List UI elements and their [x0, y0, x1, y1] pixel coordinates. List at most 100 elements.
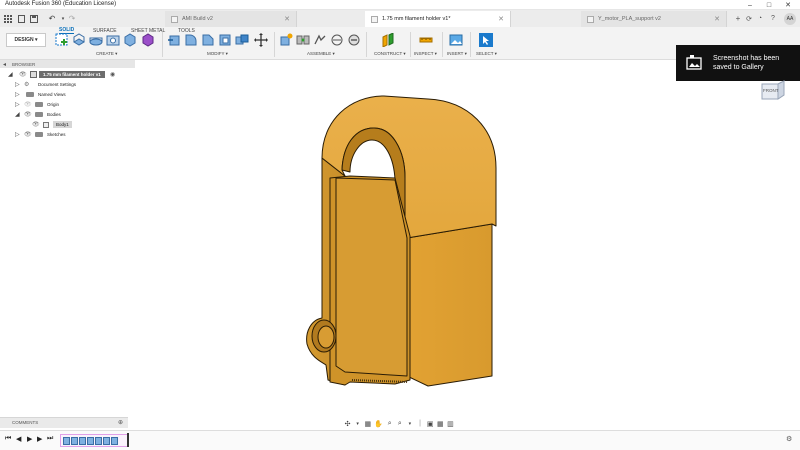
- group-inspect-label[interactable]: INSPECT ▾: [414, 51, 437, 57]
- orbit-dropdown-icon[interactable]: ▾: [354, 421, 361, 427]
- zoom-dropdown-icon[interactable]: ▾: [406, 421, 413, 427]
- maximize-icon[interactable]: □: [761, 0, 777, 10]
- timeline-feature[interactable]: [95, 436, 102, 445]
- pan-hand-icon[interactable]: ✋: [374, 420, 383, 428]
- activate-radio-icon[interactable]: ◉: [110, 71, 115, 78]
- group-select-label[interactable]: SELECT ▾: [476, 51, 497, 57]
- tab-document-filament-holder[interactable]: 1.75 mm filament holder v1* ✕: [365, 11, 511, 27]
- offset-plane-icon[interactable]: [381, 33, 395, 47]
- new-component-icon[interactable]: [279, 33, 293, 47]
- job-status-icon[interactable]: ⟳: [744, 10, 754, 27]
- motion-link-icon[interactable]: [330, 33, 344, 47]
- expand-arrow-icon[interactable]: ▷: [15, 82, 20, 88]
- orbit-icon[interactable]: ✣: [344, 420, 351, 428]
- undo-icon[interactable]: ↶: [47, 10, 57, 27]
- minimize-icon[interactable]: –: [742, 0, 758, 10]
- extrude-icon[interactable]: [72, 33, 86, 47]
- timeline-sketch-feature[interactable]: [63, 436, 70, 445]
- tab-document-ami-build[interactable]: AMI Build v2 ✕: [165, 11, 297, 27]
- group-construct-label[interactable]: CONSTRUCT ▾: [374, 51, 406, 57]
- timeline-feature[interactable]: [79, 436, 86, 445]
- visibility-eye-icon[interactable]: 👁: [24, 112, 32, 118]
- zoom-icon[interactable]: ⌕: [386, 420, 393, 428]
- combine-icon[interactable]: [235, 33, 249, 47]
- move-icon[interactable]: [254, 33, 268, 47]
- fit-icon[interactable]: ⌕: [396, 420, 403, 428]
- browser-root-item[interactable]: ◢ 👁 1.75 mm filament holder v1 ◉: [0, 70, 135, 80]
- go-to-start-icon[interactable]: ⏮: [5, 435, 11, 443]
- measure-icon[interactable]: [419, 33, 433, 47]
- close-tab-icon[interactable]: ✕: [498, 15, 504, 23]
- browser-item-named-views[interactable]: ▷ Named Views: [0, 90, 135, 100]
- form-icon[interactable]: [141, 33, 155, 47]
- filament-holder-body[interactable]: [306, 95, 497, 387]
- group-create-label[interactable]: CREATE ▾: [96, 51, 117, 57]
- shell-icon[interactable]: [218, 33, 232, 47]
- group-assemble-label[interactable]: ASSEMBLE ▾: [307, 51, 335, 57]
- look-at-icon[interactable]: ▦: [364, 420, 372, 428]
- display-settings-icon[interactable]: ▣: [427, 420, 434, 428]
- close-tab-icon[interactable]: ✕: [284, 15, 290, 23]
- timeline-feature[interactable]: [87, 436, 94, 445]
- workspace-switcher[interactable]: DESIGN ▾: [6, 33, 46, 47]
- close-window-icon[interactable]: ✕: [780, 0, 796, 10]
- visibility-eye-icon[interactable]: 👁: [19, 72, 27, 78]
- chamfer-icon[interactable]: [201, 33, 215, 47]
- data-panel-grid-icon[interactable]: [2, 10, 14, 27]
- tab-document-y-motor[interactable]: Y_motor_PLA_support v2 ✕: [581, 11, 727, 27]
- close-tab-icon[interactable]: ✕: [714, 15, 720, 23]
- browser-item-origin[interactable]: ▷ 👁 Origin: [0, 100, 135, 110]
- save-icon[interactable]: [29, 10, 39, 27]
- visibility-eye-icon[interactable]: 👁: [32, 122, 40, 128]
- comments-panel[interactable]: COMMENTS ⊕: [0, 417, 128, 428]
- joint-icon[interactable]: [296, 33, 310, 47]
- browser-item-document-settings[interactable]: ▷ ⚙ Document Settings: [0, 80, 135, 90]
- timeline-extrude-feature[interactable]: [71, 436, 78, 445]
- help-icon[interactable]: ?: [768, 10, 778, 27]
- timeline-feature[interactable]: [103, 436, 110, 445]
- notification-toast[interactable]: Screenshot has been saved to Gallery: [676, 45, 800, 81]
- browser-item-bodies[interactable]: ◢ 👁 Bodies: [0, 110, 135, 120]
- go-to-end-icon[interactable]: ⏭: [47, 435, 53, 443]
- insert-image-icon[interactable]: [449, 33, 463, 47]
- create-sketch-icon[interactable]: [55, 33, 69, 47]
- visibility-eye-icon[interactable]: 👁: [24, 132, 32, 138]
- expand-arrow-icon[interactable]: ▷: [15, 92, 20, 98]
- user-avatar[interactable]: AA: [784, 13, 796, 25]
- contact-sets-icon[interactable]: [347, 33, 361, 47]
- group-insert-label[interactable]: INSERT ▾: [447, 51, 467, 57]
- group-modify-label[interactable]: MODIFY ▾: [207, 51, 228, 57]
- viewport-settings-icon[interactable]: ▥: [447, 420, 454, 428]
- app-title: Autodesk Fusion 360 (Education License): [5, 1, 117, 7]
- undo-dropdown-icon[interactable]: ▾: [60, 10, 66, 27]
- browser-header: ◂ BROWSER: [0, 60, 135, 68]
- notifications-icon[interactable]: ◔: [755, 10, 765, 27]
- revolve-icon[interactable]: [89, 33, 103, 47]
- expand-arrow-icon[interactable]: ◢: [8, 72, 13, 78]
- timeline-feature[interactable]: [111, 436, 118, 445]
- viewcube[interactable]: FRONT: [758, 80, 788, 100]
- press-pull-icon[interactable]: [167, 33, 181, 47]
- visibility-eye-icon[interactable]: 👁: [24, 102, 32, 108]
- hole-icon[interactable]: [106, 33, 120, 47]
- play-icon[interactable]: ▶: [27, 435, 32, 443]
- fillet-icon[interactable]: [184, 33, 198, 47]
- redo-icon[interactable]: ↷: [67, 10, 77, 27]
- step-forward-icon[interactable]: ▶: [37, 435, 42, 443]
- grid-settings-icon[interactable]: ▦: [437, 420, 444, 428]
- step-back-icon[interactable]: ◀: [16, 435, 21, 443]
- as-built-joint-icon[interactable]: [313, 33, 327, 47]
- collapse-browser-icon[interactable]: ◂: [3, 61, 6, 68]
- browser-item-sketches[interactable]: ▷ 👁 Sketches: [0, 130, 135, 140]
- browser-item-body1[interactable]: 👁 Body1: [0, 120, 135, 130]
- box-icon[interactable]: [123, 33, 137, 47]
- new-tab-icon[interactable]: +: [733, 10, 743, 27]
- timeline-settings-icon[interactable]: ⚙: [786, 435, 792, 443]
- file-icon[interactable]: [16, 10, 26, 27]
- add-comment-icon[interactable]: ⊕: [118, 419, 123, 426]
- expand-arrow-icon[interactable]: ▷: [15, 132, 20, 138]
- expand-arrow-icon[interactable]: ▷: [15, 102, 20, 108]
- expand-arrow-icon[interactable]: ◢: [15, 112, 20, 118]
- select-icon[interactable]: [479, 33, 493, 47]
- timeline-marker[interactable]: [127, 433, 129, 447]
